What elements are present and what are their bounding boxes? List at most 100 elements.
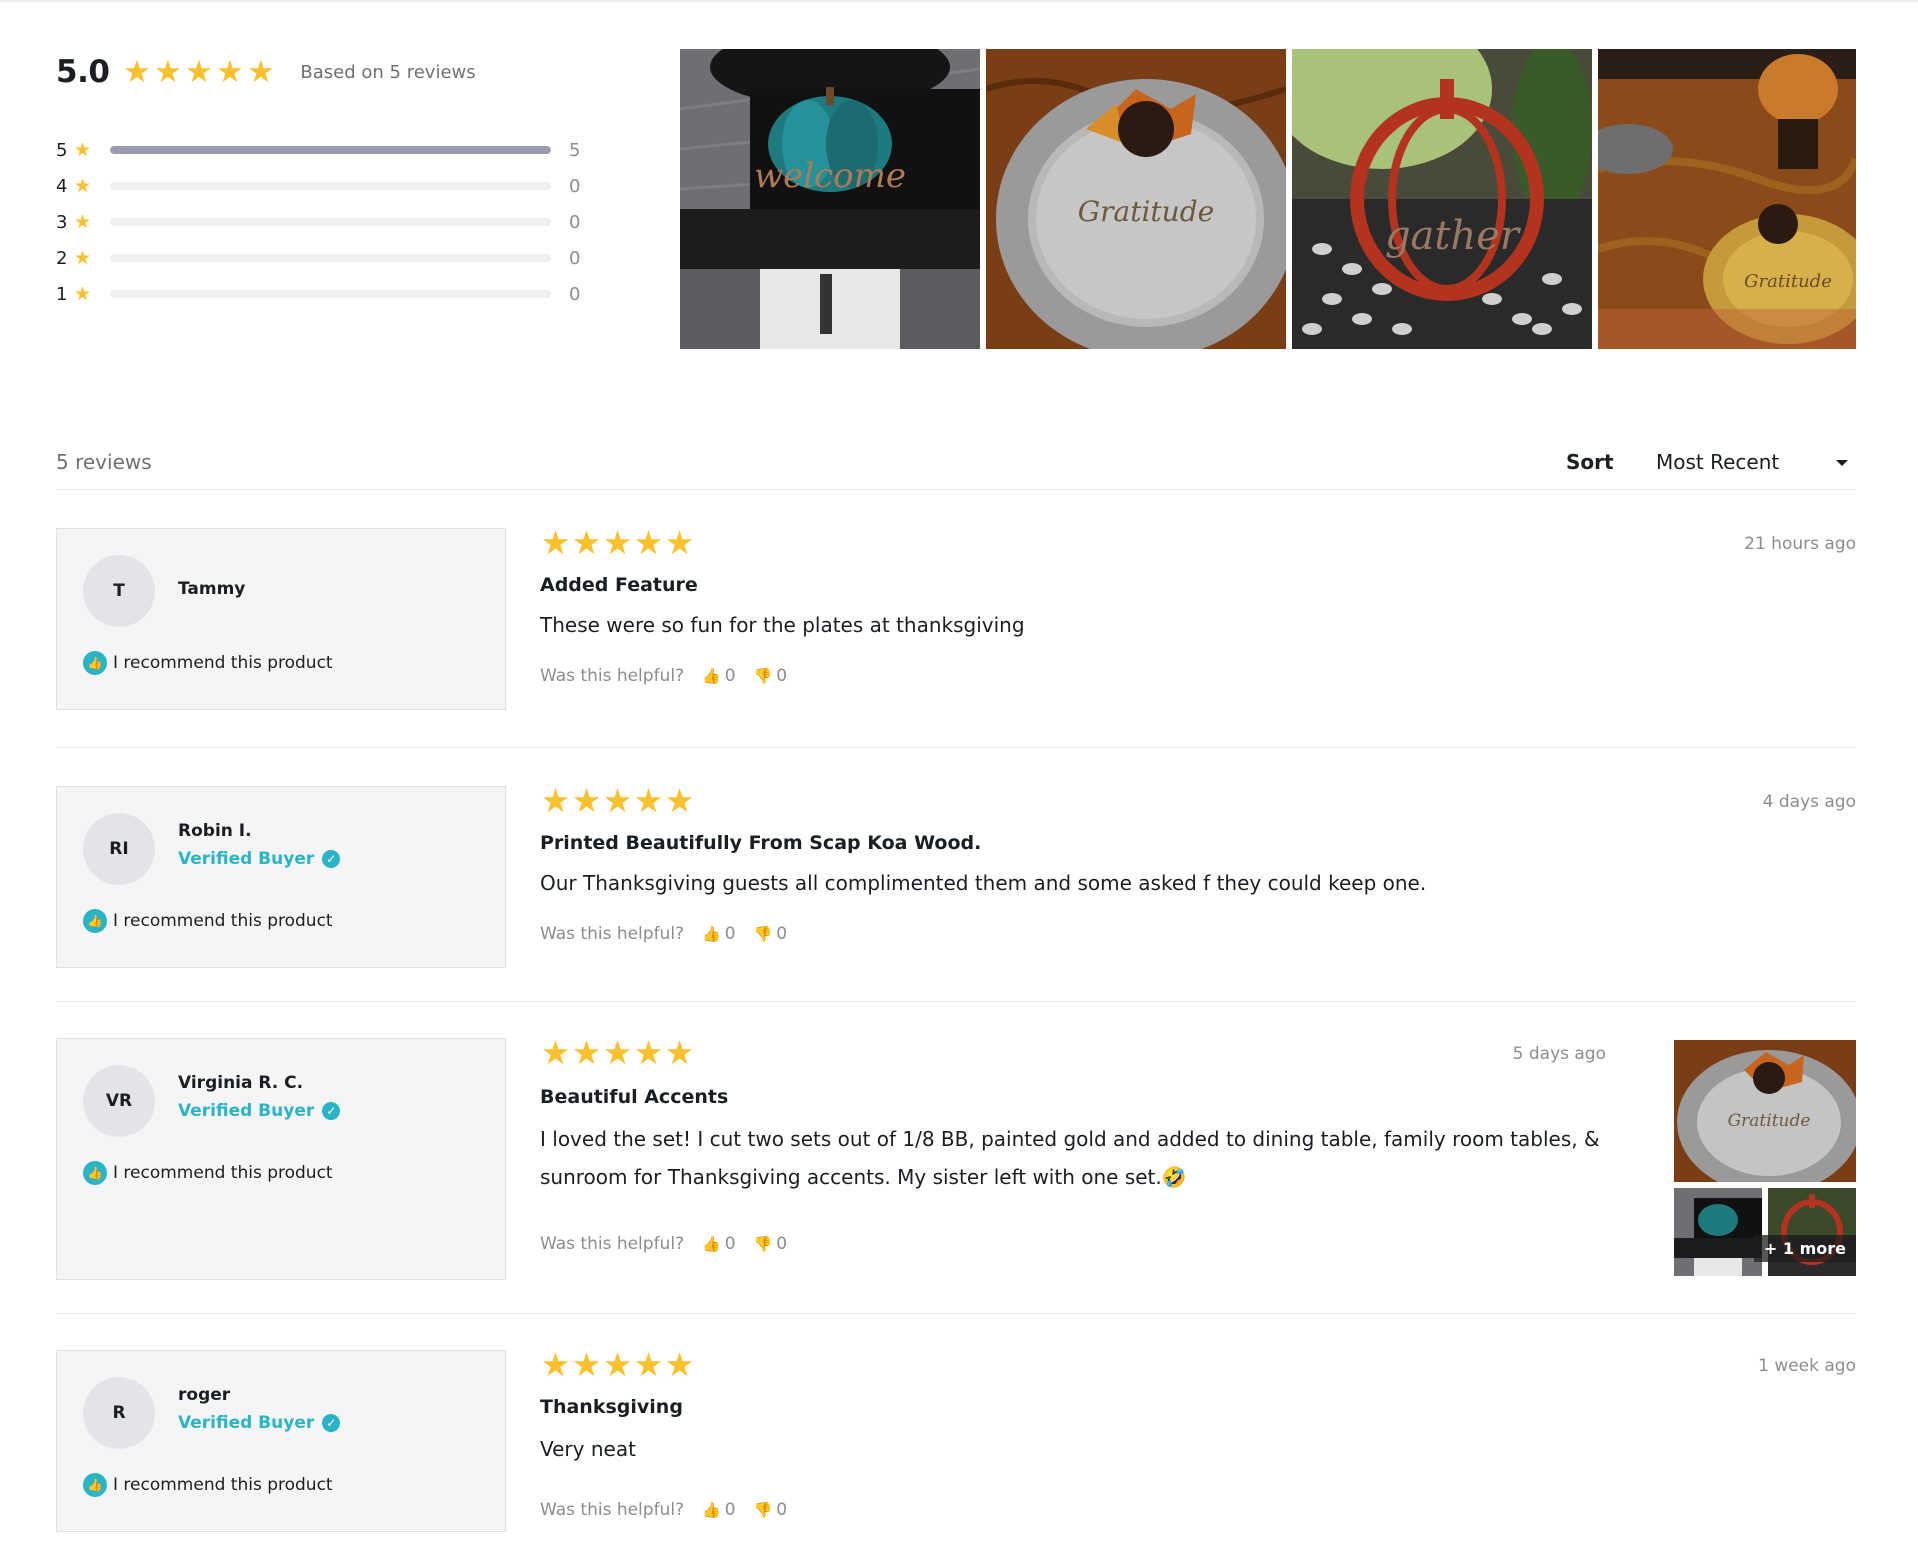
thumbs-down-icon: 👎	[753, 667, 773, 685]
review-image-main[interactable]: Gratitude	[1674, 1040, 1856, 1182]
star-icon: ★	[602, 1345, 633, 1384]
review-date: 5 days ago	[1512, 1044, 1606, 1064]
helpful-yes-count: 0	[724, 1234, 736, 1254]
more-images-button[interactable]: + 1 more	[1753, 1235, 1856, 1262]
helpful-label: Was this helpful?	[540, 1500, 685, 1520]
distribution-count: 5	[569, 139, 581, 161]
helpful-no-button[interactable]: 👎 0	[754, 1500, 788, 1520]
review-item: RI Robin I. Verified Buyer ✓ 👍 I recomme…	[56, 748, 1856, 1002]
check-circle-icon: ✓	[322, 850, 341, 868]
thumbs-down-icon: 👎	[753, 925, 773, 943]
star-icon: ★	[602, 781, 633, 820]
helpful-row: Was this helpful? 👍 0 👎 0	[540, 666, 787, 686]
svg-text:welcome: welcome	[754, 156, 906, 196]
distribution-row-4[interactable]: 4 ★ 0	[56, 168, 589, 204]
star-icon: ★	[540, 523, 571, 562]
review-image-thumb[interactable]	[1674, 1188, 1762, 1276]
distribution-count: 0	[569, 283, 581, 305]
welcome-pumpkin-image: welcome	[680, 49, 980, 349]
helpful-row: Was this helpful? 👍 0 👎 0	[540, 1500, 787, 1520]
helpful-no-button[interactable]: 👎 0	[754, 924, 788, 944]
star-icon: ★	[664, 523, 695, 562]
review-title: Printed Beautifully From Scap Koa Wood.	[540, 832, 982, 854]
avatar: RI	[83, 813, 155, 885]
thumbs-up-icon: 👍	[702, 925, 721, 943]
review-text: These were so fun for the plates at than…	[540, 613, 1025, 637]
star-icon: ★	[602, 523, 633, 562]
helpful-yes-button[interactable]: 👍 0	[702, 666, 736, 686]
distribution-stars-label: 2	[56, 247, 68, 269]
helpful-no-button[interactable]: 👎 0	[754, 666, 788, 686]
top-divider	[0, 0, 1918, 2]
author-name: Robin I.	[178, 821, 252, 841]
review-content: ★ ★ ★ ★ ★ Beautiful Accents I loved the …	[540, 1036, 1660, 1286]
gratitude-plate-thumbnail: Gratitude	[1674, 1040, 1856, 1182]
review-title: Beautiful Accents	[540, 1086, 729, 1108]
distribution-count: 0	[569, 247, 581, 269]
verified-badge: Verified Buyer ✓	[178, 1413, 341, 1433]
review-text: I loved the set! I cut two sets out of 1…	[540, 1127, 1600, 1189]
helpful-no-button[interactable]: 👎 0	[754, 1234, 788, 1254]
distribution-bar	[110, 146, 551, 154]
recommend-badge: 👍 I recommend this product	[83, 909, 333, 933]
average-rating: 5.0	[56, 54, 110, 90]
helpful-label: Was this helpful?	[540, 666, 685, 686]
sort-selected-value: Most Recent	[1656, 450, 1780, 474]
caret-down-icon	[1836, 460, 1848, 466]
distribution-row-3[interactable]: 3 ★ 0	[56, 204, 589, 240]
distribution-row-2[interactable]: 2 ★ 0	[56, 240, 589, 276]
review-date: 1 week ago	[1758, 1356, 1856, 1376]
star-icon: ★	[74, 174, 92, 197]
verified-badge: Verified Buyer ✓	[178, 849, 341, 869]
review-photo-gratitude[interactable]: Gratitude	[986, 49, 1286, 349]
rating-summary: 5.0 ★ ★ ★ ★ ★ Based on 5 reviews 5 ★ 5 4…	[56, 50, 656, 310]
review-photo-gather[interactable]: gather	[1292, 49, 1592, 349]
recommend-badge: 👍 I recommend this product	[83, 1161, 333, 1185]
distribution-row-5[interactable]: 5 ★ 5	[56, 132, 589, 168]
distribution-bar-fill	[110, 146, 551, 154]
helpful-yes-count: 0	[724, 924, 736, 944]
helpful-label: Was this helpful?	[540, 924, 685, 944]
review-content: ★ ★ ★ ★ ★ Printed Beautifully From Scap …	[540, 784, 1856, 984]
star-icon: ★	[664, 1345, 695, 1384]
review-count-label: 5 reviews	[56, 450, 152, 474]
distribution-bar	[110, 290, 551, 298]
thumbs-up-icon: 👍	[83, 651, 107, 675]
distribution-count: 0	[569, 211, 581, 233]
review-image-thumb[interactable]	[1768, 1188, 1856, 1276]
distribution-bar	[110, 218, 551, 226]
sort-dropdown[interactable]: Most Recent	[1656, 444, 1856, 480]
star-icon: ★	[602, 1033, 633, 1072]
review-title: Thanksgiving	[540, 1396, 683, 1418]
review-title: Added Feature	[540, 574, 698, 596]
review-photo-welcome[interactable]: welcome	[680, 49, 980, 349]
rating-distribution: 5 ★ 5 4 ★ 0 3 ★ 0 2 ★ 0 1 ★ 0	[56, 132, 589, 312]
helpful-yes-count: 0	[724, 666, 736, 686]
review-stars: ★ ★ ★ ★ ★	[540, 1036, 1660, 1069]
table-setting-image: Gratitude	[1598, 49, 1856, 349]
helpful-row: Was this helpful? 👍 0 👎 0	[540, 1234, 787, 1254]
star-icon: ★	[571, 523, 602, 562]
recommend-label: I recommend this product	[113, 1163, 333, 1183]
helpful-no-count: 0	[776, 1234, 788, 1254]
distribution-stars-label: 3	[56, 211, 68, 233]
helpful-yes-button[interactable]: 👍 0	[702, 924, 736, 944]
review-stars: ★ ★ ★ ★ ★	[540, 784, 1856, 817]
distribution-row-1[interactable]: 1 ★ 0	[56, 276, 589, 312]
avatar: R	[83, 1377, 155, 1449]
review-photo-table[interactable]: Gratitude	[1598, 49, 1856, 349]
review-content: ★ ★ ★ ★ ★ Added Feature These were so fu…	[540, 526, 1856, 726]
review-date: 21 hours ago	[1744, 534, 1856, 554]
star-icon: ★	[571, 781, 602, 820]
svg-text:Gratitude: Gratitude	[1728, 1111, 1811, 1131]
star-icon: ★	[74, 138, 92, 161]
check-circle-icon: ✓	[322, 1102, 341, 1120]
star-icon: ★	[216, 53, 244, 90]
star-icon: ★	[633, 781, 664, 820]
recommend-badge: 👍 I recommend this product	[83, 651, 333, 675]
helpful-yes-button[interactable]: 👍 0	[702, 1234, 736, 1254]
helpful-yes-button[interactable]: 👍 0	[702, 1500, 736, 1520]
star-icon: ★	[74, 246, 92, 269]
star-icon: ★	[185, 53, 213, 90]
star-icon: ★	[154, 53, 182, 90]
